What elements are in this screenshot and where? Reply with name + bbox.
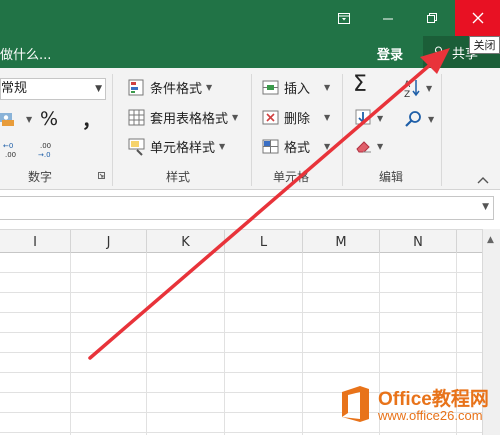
group-divider [441,74,442,186]
column-header[interactable]: N [380,230,457,254]
svg-text:→.0: →.0 [38,151,51,159]
sort-filter-button[interactable]: A Z ▼ [402,78,432,98]
formula-bar[interactable]: ▼ [0,196,494,220]
search-icon [405,111,421,127]
restore-icon [426,12,437,23]
cell-styles-icon [128,138,145,156]
styles-group-label: 样式 [166,170,191,184]
ribbon: 常规 ▼ ▼ % ， ←0 .00 .00 →.0 数字 条件格式 ▼ 套用表格… [0,68,500,190]
chevron-down-icon: ▼ [377,113,384,123]
chevron-down-icon: ▼ [377,141,384,151]
editing-group-label: 编辑 [379,170,404,184]
chevron-down-icon: ▼ [324,142,331,151]
chevron-down-icon: ▼ [95,84,102,94]
svg-text:←0: ←0 [3,142,13,150]
chevron-down-icon: ▼ [232,113,239,122]
chevron-down-icon: ▼ [426,83,433,93]
increase-decimal-icon: ←0 .00 [3,142,16,159]
delete-cells-icon [262,110,279,124]
number-group-label: 数字 [28,170,53,184]
ribbon-display-options-button[interactable] [322,0,366,36]
column-header[interactable]: K [147,230,225,254]
autosum-button[interactable]: Σ [353,72,367,97]
ribbon-display-options-icon [338,12,350,24]
expand-formula-bar-icon[interactable]: ▼ [482,202,489,212]
chevron-down-icon: ▼ [219,142,226,151]
format-as-table-icon [128,109,145,125]
fill-button[interactable]: ▼ [355,109,383,127]
format-as-table-label: 套用表格格式 [150,112,229,127]
chevron-down-icon: ▼ [428,114,435,124]
watermark: Office教程网 www.office26.com [336,380,500,435]
tell-me-input[interactable]: 做什么... [0,44,51,63]
group-divider [342,74,343,186]
column-header-row: I J K L M N [0,229,482,254]
insert-cells-icon [262,80,279,94]
dialog-launcher-icon[interactable] [98,172,105,179]
delete-cells-label: 删除 [284,112,311,127]
column-header[interactable]: I [0,230,71,254]
format-as-table-button[interactable]: 套用表格格式 ▼ [128,108,238,127]
cells-group-label: 单元格 [273,170,310,184]
column-header[interactable]: M [303,230,380,254]
number-format-value: 常规 [1,81,28,96]
office-logo-icon [342,386,369,422]
decrease-decimal-button[interactable]: .00 →.0 [38,140,56,160]
accounting-format-button[interactable]: ▼ [0,110,32,128]
chevron-down-icon: ▼ [206,83,213,92]
cell-styles-label: 单元格样式 [150,141,216,156]
increase-decimal-button[interactable]: ←0 .00 [3,140,21,160]
format-cells-icon [262,139,279,153]
fill-down-icon [355,109,371,125]
delete-cells-button[interactable]: 删除 ▼ [262,108,330,127]
chevron-down-icon: ▼ [26,114,33,124]
eraser-icon [356,141,371,153]
restore-button[interactable] [410,0,454,36]
insert-cells-button[interactable]: 插入 ▼ [262,78,330,97]
accounting-icon [0,113,14,126]
sort-filter-icon: A Z [404,80,420,98]
minimize-icon [382,18,393,19]
svg-text:A: A [404,80,411,90]
collapse-ribbon-icon[interactable] [477,176,489,184]
find-select-button[interactable]: ▼ [404,110,434,128]
group-divider [251,74,252,186]
number-format-dropdown[interactable]: 常规 ▼ [0,78,106,100]
close-icon [472,12,483,24]
close-button[interactable] [455,0,500,36]
sign-in-link[interactable]: 登录 [377,44,403,63]
svg-text:.00: .00 [5,151,16,159]
close-tooltip: 关闭 [469,36,500,54]
minimize-button[interactable] [366,0,410,36]
decrease-decimal-icon: .00 →.0 [38,142,51,159]
watermark-url: www.office26.com [378,408,483,423]
format-cells-label: 格式 [284,141,311,156]
title-bar [0,0,500,36]
svg-text:Z: Z [404,90,410,98]
conditional-formatting-button[interactable]: 条件格式 ▼ [128,78,212,97]
group-divider [112,74,113,186]
column-header[interactable]: L [225,230,303,254]
format-cells-button[interactable]: 格式 ▼ [262,137,330,156]
column-header[interactable]: J [71,230,147,254]
conditional-formatting-label: 条件格式 [150,82,203,97]
chevron-down-icon: ▼ [324,83,331,92]
chevron-down-icon: ▼ [324,113,331,122]
svg-text:.00: .00 [40,142,51,150]
insert-cells-label: 插入 [284,82,311,97]
comma-style-button[interactable]: ， [82,106,101,133]
watermark-title: Office教程网 [378,389,489,410]
scroll-up-icon[interactable]: ▲ [487,235,494,245]
person-icon [433,46,444,59]
cell-styles-button[interactable]: 单元格样式 ▼ [128,137,225,156]
conditional-formatting-icon [128,79,144,95]
percent-style-button[interactable]: % [40,108,58,130]
clear-button[interactable]: ▼ [355,138,383,154]
